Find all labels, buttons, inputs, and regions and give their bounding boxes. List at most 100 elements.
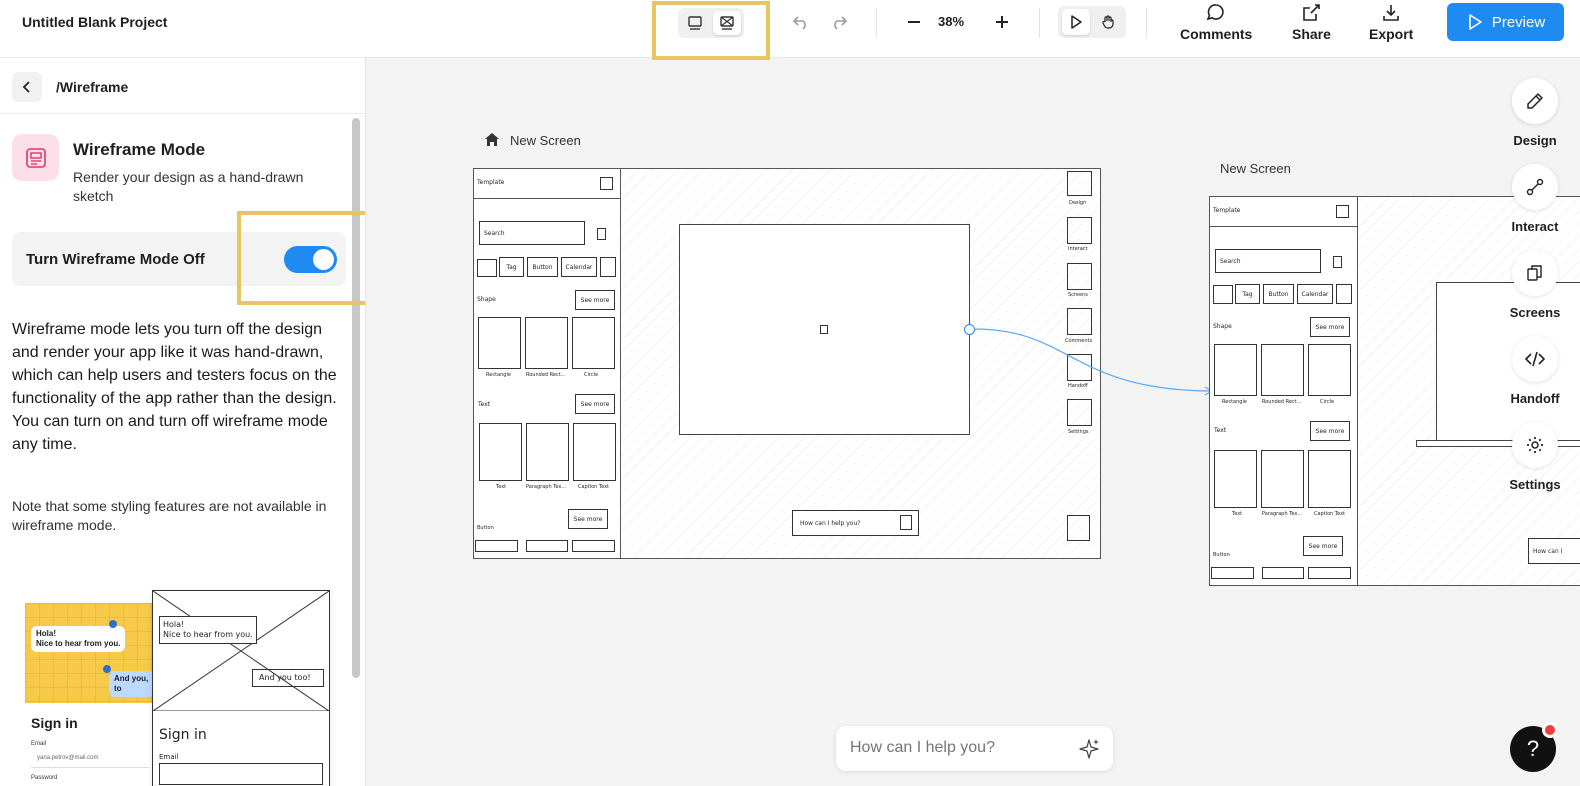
screen-label[interactable]: New Screen: [510, 133, 581, 148]
hand-tool-button[interactable]: [1094, 9, 1122, 35]
redo-button[interactable]: [828, 11, 850, 33]
undo-button[interactable]: [790, 11, 812, 33]
home-icon: [485, 133, 499, 146]
ai-prompt-input[interactable]: [850, 739, 1070, 757]
wire-search-label: Search: [484, 230, 505, 237]
wire-search-label: Search: [1220, 258, 1241, 265]
rail-item-interact[interactable]: Interact: [1500, 164, 1570, 234]
wire-button: [526, 540, 568, 552]
divider: [876, 8, 877, 38]
placeholder-image-icon: [572, 317, 615, 369]
chevron-left-icon: [22, 81, 30, 93]
wire-caption: Paragraph Tex...: [526, 484, 567, 490]
breadcrumb: /Wireframe: [56, 79, 129, 95]
rail-label: Screens: [1509, 305, 1561, 320]
share-label: Share: [1292, 26, 1331, 42]
wire-bubble: And you too!: [252, 669, 324, 687]
placeholder-image-icon: [600, 257, 616, 277]
preview-button[interactable]: Preview: [1447, 3, 1564, 41]
close-icon: [600, 177, 613, 190]
wire-chip: Button: [527, 257, 558, 277]
wire-chip: Button: [1263, 284, 1294, 304]
top-bar: Untitled Blank Project 38% Comments Shar…: [0, 0, 1580, 60]
preview-bubble-text: Nice to hear from you.: [36, 639, 121, 648]
export-button[interactable]: Export: [1369, 3, 1413, 42]
wire-see-more: See more: [575, 394, 615, 414]
play-pointer-icon: [1071, 15, 1082, 29]
description-paragraph-2: You can turn on and turn off wireframe m…: [12, 413, 328, 453]
preview-label: Preview: [1491, 13, 1546, 31]
sidebar-scrollbar[interactable]: [352, 118, 360, 678]
pencil-icon: [1527, 93, 1543, 109]
select-tool-button[interactable]: [1062, 9, 1090, 35]
screens-icon: [1527, 265, 1542, 281]
preview-email-value: yana.petrov@mail.com: [37, 755, 99, 761]
wire-ai-prompt: How can I: [1528, 538, 1580, 564]
wire-chip: Calendar: [1297, 284, 1333, 304]
rail-item-handoff[interactable]: Handoff: [1500, 336, 1570, 406]
rail-button[interactable]: [1512, 250, 1558, 296]
description-paragraph: Wireframe mode lets you turn off the des…: [12, 321, 337, 407]
placeholder-image-icon: [1214, 450, 1257, 508]
wire-section-label: Text: [478, 401, 491, 408]
zoom-in-button[interactable]: [991, 11, 1013, 33]
rail-item-design[interactable]: Design: [1500, 78, 1570, 148]
sparkle-icon[interactable]: [1077, 737, 1101, 761]
placeholder-image-icon: [478, 317, 521, 369]
gear-icon: [1527, 437, 1543, 453]
flow-connector[interactable]: [971, 322, 1221, 412]
zoom-out-button[interactable]: [903, 11, 925, 33]
comments-button[interactable]: Comments: [1180, 3, 1252, 42]
wire-side-panel: Template Search Tag Button Calendar Shap…: [474, 169, 621, 558]
wire-button: [475, 540, 518, 552]
wire-caption: Rectangle: [486, 372, 511, 378]
zoom-level[interactable]: 38%: [938, 14, 964, 29]
wire-bubble: Hola! Nice to hear from you.: [159, 616, 257, 644]
plus-icon: [996, 16, 1008, 28]
wireframe-preview-image: Hola! Nice to hear from you. And you too…: [152, 590, 330, 786]
wire-see-more: See more: [1310, 317, 1350, 337]
wire-see-more: See more: [568, 509, 608, 529]
pin-icon: [103, 665, 111, 673]
placeholder-image-icon: [1067, 217, 1092, 244]
placeholder-image-icon: [1213, 285, 1233, 304]
close-icon: [1336, 205, 1349, 218]
rail-item-screens[interactable]: Screens: [1500, 250, 1570, 320]
preview-email-label: Email: [31, 741, 47, 747]
wire-bubble-text: Hola!: [163, 620, 185, 629]
wire-rail-label: Interact: [1068, 246, 1088, 252]
divider: [0, 113, 365, 114]
wire-side-panel: Template Search Tag Button Calendar Shap…: [1210, 197, 1358, 585]
placeholder-image-icon: [479, 423, 522, 481]
placeholder-image-icon: [153, 591, 329, 711]
wire-section-label: Shape: [1213, 323, 1232, 330]
notification-badge: [1542, 722, 1558, 738]
placeholder-image-icon: [526, 423, 569, 481]
placeholder-image-icon: [573, 423, 616, 481]
share-button[interactable]: Share: [1292, 3, 1331, 42]
back-button[interactable]: [12, 72, 42, 102]
screen-label[interactable]: New Screen: [1220, 161, 1291, 176]
rail-button[interactable]: [1512, 78, 1558, 124]
highlight-box: [652, 1, 770, 60]
wire-caption: Text: [1232, 511, 1243, 517]
placeholder-image-icon: [477, 259, 497, 277]
rail-button[interactable]: [1512, 422, 1558, 468]
design-canvas[interactable]: New Screen New Screen Template Search Ta…: [366, 58, 1580, 786]
wire-caption: Rounded Rect...: [526, 372, 566, 378]
project-title[interactable]: Untitled Blank Project: [22, 14, 167, 30]
rail-item-settings[interactable]: Settings: [1500, 422, 1570, 492]
rail-button[interactable]: [1512, 164, 1558, 210]
wire-section-label: Button: [477, 525, 494, 531]
rail-button[interactable]: [1512, 336, 1558, 382]
placeholder-image-icon: [820, 325, 828, 334]
comment-icon: [1206, 4, 1224, 21]
preview-bubble: Hola! Nice to hear from you.: [31, 626, 126, 652]
wire-caption: Caption Text: [1314, 511, 1346, 517]
placeholder-image-icon: [525, 317, 568, 369]
wire-ai-text: How can I help you?: [800, 520, 861, 527]
wire-chip: Calendar: [561, 257, 597, 277]
wire-email-field: [159, 763, 323, 785]
wire-caption: Paragraph Tex...: [1262, 511, 1303, 517]
wire-button: [1262, 567, 1304, 579]
